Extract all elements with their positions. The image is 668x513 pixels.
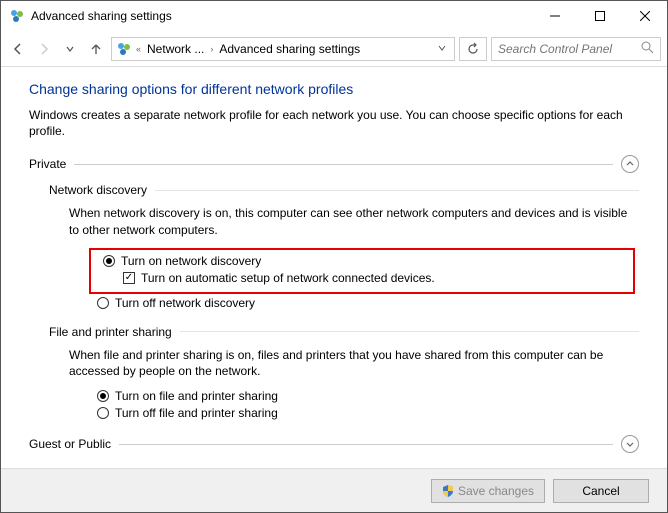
- network-discovery-heading: Network discovery: [49, 183, 147, 197]
- radio-label: Turn on file and printer sharing: [115, 389, 278, 403]
- radio-network-discovery-on[interactable]: Turn on network discovery: [103, 254, 627, 268]
- window-title: Advanced sharing settings: [31, 9, 172, 23]
- close-button[interactable]: [622, 1, 667, 31]
- network-discovery-description: When network discovery is on, this compu…: [69, 205, 629, 237]
- expand-icon[interactable]: [621, 435, 639, 453]
- collapse-icon[interactable]: [621, 155, 639, 173]
- minimize-button[interactable]: [532, 1, 577, 31]
- search-input[interactable]: [498, 42, 654, 56]
- save-changes-button[interactable]: Save changes: [431, 479, 545, 503]
- radio-icon[interactable]: [97, 390, 109, 402]
- address-bar[interactable]: « Network ... › Advanced sharing setting…: [111, 37, 455, 61]
- forward-button[interactable]: [33, 38, 55, 60]
- radio-icon[interactable]: [97, 407, 109, 419]
- section-private-label: Private: [29, 157, 66, 171]
- checkbox-icon[interactable]: [123, 272, 135, 284]
- radio-file-printer-off[interactable]: Turn off file and printer sharing: [97, 406, 639, 420]
- file-printer-heading: File and printer sharing: [49, 325, 172, 339]
- radio-label: Turn on network discovery: [121, 254, 261, 268]
- search-box[interactable]: [491, 37, 661, 61]
- chevron-right-icon[interactable]: ›: [210, 44, 213, 54]
- up-button[interactable]: [85, 38, 107, 60]
- shield-icon: [442, 485, 454, 497]
- maximize-button[interactable]: [577, 1, 622, 31]
- toolbar: « Network ... › Advanced sharing setting…: [1, 31, 667, 67]
- recent-locations-button[interactable]: [59, 38, 81, 60]
- radio-file-printer-on[interactable]: Turn on file and printer sharing: [97, 389, 639, 403]
- save-label: Save changes: [458, 484, 534, 498]
- section-private-header[interactable]: Private: [29, 155, 639, 173]
- radio-network-discovery-off[interactable]: Turn off network discovery: [97, 296, 639, 310]
- cancel-button[interactable]: Cancel: [553, 479, 649, 503]
- breadcrumb-network[interactable]: Network ...: [145, 42, 206, 56]
- highlight-box: Turn on network discovery Turn on automa…: [89, 248, 635, 294]
- back-button[interactable]: [7, 38, 29, 60]
- search-icon[interactable]: [641, 41, 654, 57]
- section-guest-header[interactable]: Guest or Public: [29, 435, 639, 453]
- address-dropdown-button[interactable]: [434, 42, 450, 56]
- cancel-label: Cancel: [582, 484, 619, 498]
- radio-icon[interactable]: [97, 297, 109, 309]
- checkbox-auto-setup[interactable]: Turn on automatic setup of network conne…: [123, 271, 627, 285]
- refresh-button[interactable]: [459, 37, 487, 61]
- app-icon: [9, 8, 25, 24]
- file-printer-description: When file and printer sharing is on, fil…: [69, 347, 629, 379]
- page-description: Windows creates a separate network profi…: [29, 107, 639, 139]
- checkbox-label: Turn on automatic setup of network conne…: [141, 271, 435, 285]
- radio-label: Turn off network discovery: [115, 296, 255, 310]
- page-title: Change sharing options for different net…: [29, 81, 639, 97]
- section-guest-label: Guest or Public: [29, 437, 111, 451]
- radio-icon[interactable]: [103, 255, 115, 267]
- address-icon: [116, 41, 132, 57]
- crumb-left-icon[interactable]: «: [136, 44, 141, 54]
- footer: Save changes Cancel: [1, 468, 667, 512]
- radio-label: Turn off file and printer sharing: [115, 406, 278, 420]
- content-area: Change sharing options for different net…: [1, 67, 667, 468]
- title-bar: Advanced sharing settings: [1, 1, 667, 31]
- breadcrumb-advanced-sharing[interactable]: Advanced sharing settings: [217, 42, 362, 56]
